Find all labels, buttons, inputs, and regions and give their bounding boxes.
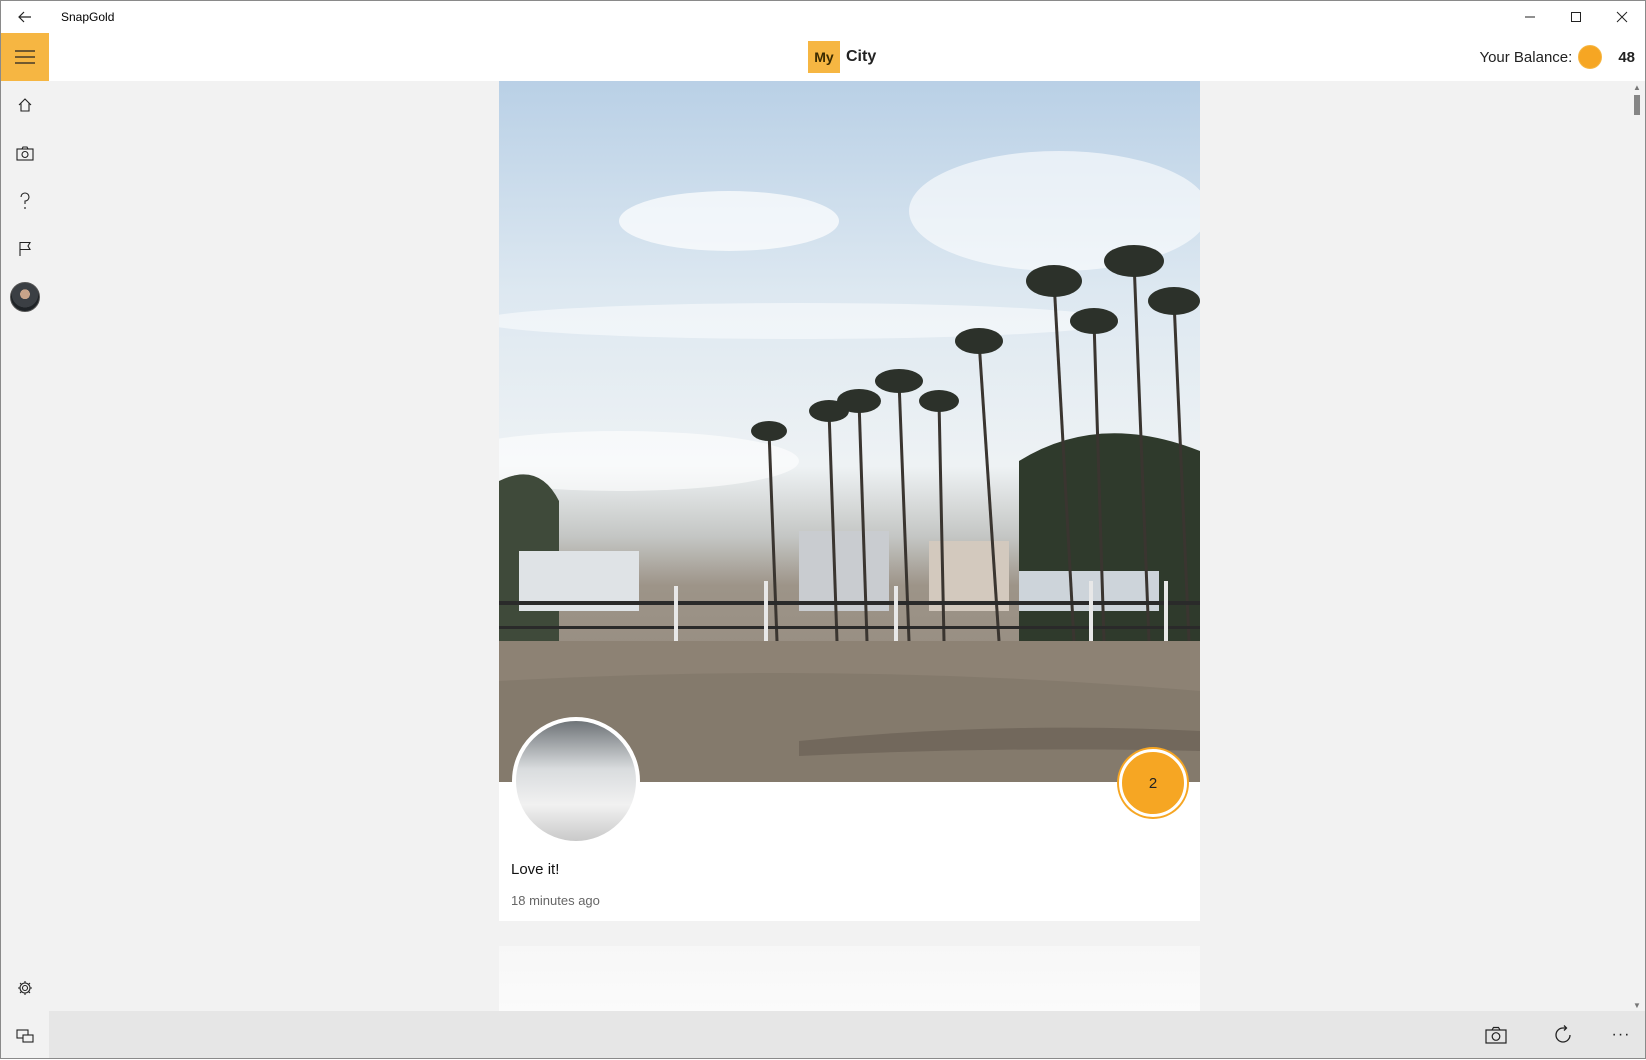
maximize-button[interactable] <box>1553 1 1599 33</box>
feedback-icon <box>16 1029 34 1043</box>
title-bar: SnapGold <box>1 1 1645 33</box>
logo-city: City <box>846 48 877 65</box>
command-bar: ··· <box>49 1011 1645 1058</box>
post-photo[interactable] <box>499 81 1200 782</box>
sidebar-item-settings[interactable] <box>1 964 49 1012</box>
help-icon <box>20 192 30 209</box>
feed[interactable]: 2 Love it! 18 minutes ago <box>49 81 1629 1011</box>
more-icon: ··· <box>1611 1025 1631 1043</box>
balance-value: 48 <box>1618 48 1635 66</box>
scroll-thumb[interactable] <box>1634 95 1640 115</box>
post-author-avatar[interactable] <box>512 717 640 845</box>
post-card[interactable]: 2 Love it! 18 minutes ago <box>499 81 1200 921</box>
sidebar-item-camera[interactable] <box>1 129 49 177</box>
minimize-button[interactable] <box>1507 1 1553 33</box>
beach-photo <box>499 151 1200 782</box>
hamburger-menu-button[interactable] <box>1 33 49 81</box>
sidebar-item-feedback[interactable] <box>1 1012 49 1060</box>
back-arrow-icon <box>18 11 31 23</box>
take-photo-button[interactable] <box>1472 1011 1520 1058</box>
sidebar <box>1 81 49 1058</box>
app-logo: My City <box>808 41 876 73</box>
scroll-down-arrow-icon[interactable]: ▼ <box>1629 999 1645 1011</box>
close-button[interactable] <box>1599 1 1645 33</box>
back-button[interactable] <box>1 1 49 33</box>
next-post-card[interactable] <box>499 946 1200 1011</box>
balance-display: Your Balance: 48 <box>1479 33 1635 81</box>
camera-icon <box>1485 1026 1507 1044</box>
more-options-button[interactable]: ··· <box>1597 1011 1645 1058</box>
app-title: SnapGold <box>61 10 115 24</box>
post-count: 2 <box>1148 774 1158 792</box>
post-timestamp: 18 minutes ago <box>511 893 600 908</box>
refresh-button[interactable] <box>1539 1011 1587 1058</box>
hamburger-icon <box>15 50 35 64</box>
logo-my: My <box>808 41 840 73</box>
close-icon <box>1616 11 1628 23</box>
app-header: My City Your Balance: 48 <box>1 33 1645 81</box>
minimize-icon <box>1525 16 1535 18</box>
app-window: SnapGold My City Your Balance: 48 2 Love… <box>0 0 1646 1059</box>
post-count-badge[interactable]: 2 <box>1119 749 1187 817</box>
sidebar-item-flag[interactable] <box>1 225 49 273</box>
home-icon <box>18 98 32 112</box>
post-caption: Love it! <box>511 861 560 878</box>
coin-icon <box>1578 45 1603 69</box>
vertical-scrollbar[interactable]: ▲ ▼ <box>1629 81 1645 1011</box>
camera-icon <box>16 146 34 161</box>
refresh-icon <box>1555 1024 1571 1043</box>
balance-label: Your Balance: <box>1479 48 1573 66</box>
window-controls <box>1507 1 1645 33</box>
sidebar-item-help[interactable] <box>1 177 49 225</box>
sidebar-item-home[interactable] <box>1 81 49 129</box>
flag-icon <box>19 241 31 256</box>
gear-icon <box>18 981 32 995</box>
maximize-icon <box>1571 12 1581 22</box>
sidebar-item-profile[interactable] <box>1 273 49 321</box>
scroll-up-arrow-icon[interactable]: ▲ <box>1629 81 1645 93</box>
avatar <box>10 282 40 312</box>
